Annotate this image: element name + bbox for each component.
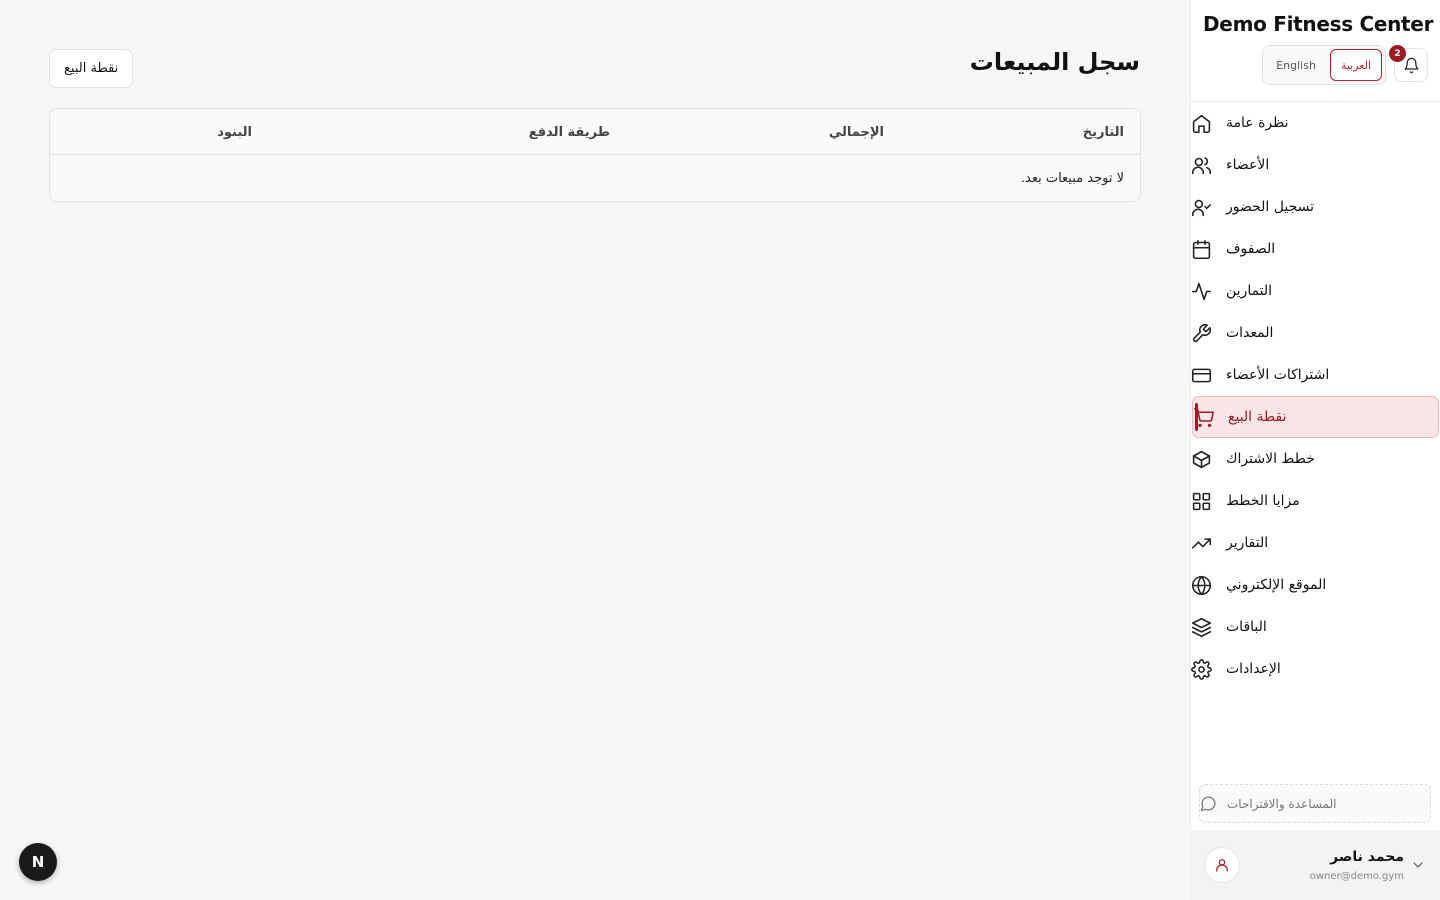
sidebar: Demo Fitness Center 2 العربية English نظ… <box>1190 0 1440 900</box>
sidebar-item-equipment[interactable]: المعدات <box>1191 312 1440 354</box>
sidebar-item-label: الموقع الإلكتروني <box>1226 577 1327 593</box>
sidebar-item-label: التمارين <box>1226 283 1273 299</box>
sidebar-item-label: نقطة البيع <box>1228 409 1287 425</box>
sidebar-item-label: مزايا الخطط <box>1226 493 1300 509</box>
bell-icon <box>1403 57 1419 73</box>
sidebar-item-label: الصفوف <box>1226 241 1276 257</box>
col-date[interactable]: التاريخ <box>1083 109 1124 155</box>
user-email: owner@demo.gym <box>1309 870 1404 882</box>
brand-title: Demo Fitness Center <box>1203 12 1434 36</box>
sidebar-item-label: نظرة عامة <box>1226 115 1289 131</box>
col-items[interactable]: البنود <box>217 109 252 155</box>
sidebar-item-overview[interactable]: نظرة عامة <box>1191 102 1440 144</box>
sidebar-item-memberships[interactable]: اشتراكات الأعضاء <box>1191 354 1440 396</box>
package-icon <box>1192 450 1211 468</box>
cart-icon <box>1193 407 1214 427</box>
main-content: سجل المبيعات نقطة البيع التاريخ الإجمالي… <box>0 0 1190 900</box>
sidebar-header: Demo Fitness Center 2 العربية English <box>1191 0 1440 102</box>
sidebar-item-point-of-sale[interactable]: نقطة البيع <box>1192 396 1439 438</box>
sidebar-item-plans[interactable]: خطط الاشتراك <box>1191 438 1440 480</box>
grid-icon <box>1192 492 1211 510</box>
sidebar-nav: نظرة عامة الأعضاء تسجيل الحضور الصفوف ال… <box>1191 102 1440 690</box>
pos-button[interactable]: نقطة البيع <box>49 49 134 88</box>
sidebar-item-members[interactable]: الأعضاء <box>1191 144 1440 186</box>
table-header: التاريخ الإجمالي طريقة الدفع البنود <box>50 109 1140 155</box>
lang-arabic[interactable]: العربية <box>1329 49 1382 81</box>
lang-english[interactable]: English <box>1266 49 1326 81</box>
user-icon <box>1216 859 1228 872</box>
sidebar-item-workouts[interactable]: التمارين <box>1191 270 1440 312</box>
language-switcher: العربية English <box>1262 45 1386 85</box>
sidebar-item-website[interactable]: الموقع الإلكتروني <box>1191 564 1440 606</box>
table-body: لا توجد مبيعات بعد. <box>50 155 1140 201</box>
notifications-button[interactable]: 2 <box>1389 45 1428 82</box>
col-total[interactable]: الإجمالي <box>829 109 884 155</box>
message-circle-icon <box>1200 796 1216 812</box>
user-name: محمد ناصر <box>1330 848 1404 865</box>
dev-tools-badge[interactable]: N <box>19 843 57 881</box>
sidebar-item-label: التقارير <box>1226 535 1269 551</box>
help-feedback-button[interactable]: المساعدة والاقتراحات <box>1199 784 1431 823</box>
avatar <box>1204 847 1240 883</box>
sidebar-item-label: خطط الاشتراك <box>1226 451 1315 467</box>
sidebar-item-reports[interactable]: التقارير <box>1191 522 1440 564</box>
help-label: المساعدة والاقتراحات <box>1227 796 1337 811</box>
col-payment-method[interactable]: طريقة الدفع <box>529 109 610 155</box>
chevron-down-icon <box>1413 862 1423 868</box>
notification-count-badge: 2 <box>1389 45 1406 62</box>
sidebar-item-label: الأعضاء <box>1226 157 1270 173</box>
user-info: محمد ناصر owner@demo.gym <box>1250 849 1410 882</box>
sidebar-item-label: تسجيل الحضور <box>1226 199 1315 215</box>
sidebar-item-label: اشتراكات الأعضاء <box>1226 367 1330 383</box>
credit-card-icon <box>1191 368 1212 382</box>
page-title: سجل المبيعات <box>969 48 1140 76</box>
sidebar-item-plan-features[interactable]: مزايا الخطط <box>1191 480 1440 522</box>
home-icon <box>1192 114 1211 133</box>
settings-icon <box>1191 658 1212 680</box>
sales-table: التاريخ الإجمالي طريقة الدفع البنود لا ت… <box>49 108 1141 202</box>
globe-icon <box>1191 575 1212 595</box>
sidebar-item-settings[interactable]: الإعدادات <box>1191 648 1440 690</box>
sidebar-item-label: الإعدادات <box>1226 661 1281 677</box>
sidebar-item-label: الباقات <box>1226 619 1267 635</box>
activity-icon <box>1191 282 1212 300</box>
user-check-icon <box>1191 199 1212 216</box>
sidebar-item-classes[interactable]: الصفوف <box>1191 228 1440 270</box>
calendar-icon <box>1192 239 1211 259</box>
users-icon <box>1191 156 1212 174</box>
sidebar-item-packages[interactable]: الباقات <box>1191 606 1440 648</box>
layers-icon <box>1191 617 1212 637</box>
wrench-icon <box>1192 323 1212 342</box>
trending-up-icon <box>1191 537 1212 549</box>
sidebar-item-attendance[interactable]: تسجيل الحضور <box>1191 186 1440 228</box>
sidebar-item-label: المعدات <box>1226 325 1274 341</box>
empty-state: لا توجد مبيعات بعد. <box>1020 170 1124 186</box>
user-menu[interactable]: محمد ناصر owner@demo.gym <box>1190 830 1440 900</box>
